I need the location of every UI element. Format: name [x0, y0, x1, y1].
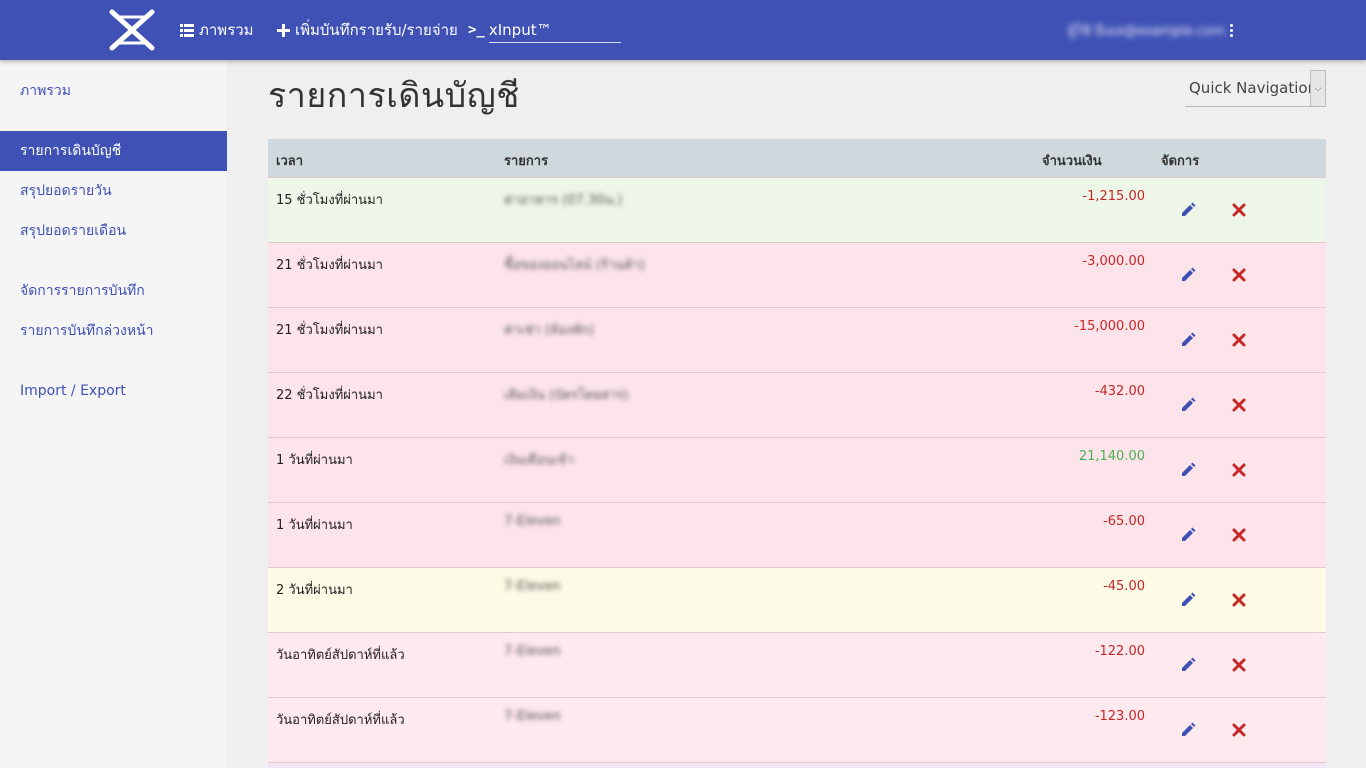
- close-icon[interactable]: [1231, 592, 1247, 608]
- sidebar-item-label: รายการเดินบัญชี: [20, 143, 122, 159]
- row-amount: -3,000.00: [1082, 254, 1145, 269]
- close-icon[interactable]: [1231, 657, 1247, 673]
- nav-add-label: เพิ่มบันทึกรายรับ/รายจ่าย: [295, 21, 458, 39]
- sidebar-item-label: สรุปยอดรายเดือน: [20, 223, 127, 239]
- column-header-item: รายการ: [504, 154, 549, 169]
- sidebar-item-daily-summary[interactable]: สรุปยอดรายวัน: [0, 171, 227, 211]
- row-description: เงินเดือนเข้า: [504, 453, 574, 468]
- sidebar: ภาพรวม รายการเดินบัญชี สรุปยอดรายวัน สรุ…: [0, 60, 227, 768]
- table-row: 1 วันที่ผ่านมา เงินเดือนเข้า 21,140.00: [268, 437, 1326, 502]
- close-icon[interactable]: [1231, 397, 1247, 413]
- kebab-menu-icon[interactable]: [1229, 23, 1233, 37]
- row-time: วันอาทิตย์สัปดาห์ที่แล้ว: [276, 713, 405, 728]
- table-row: วันอาทิตย์สัปดาห์ที่แล้ว 7-Eleven -123.00: [268, 697, 1326, 762]
- plus-icon: [277, 23, 290, 37]
- table-row: 1 วันที่ผ่านมา 7-Eleven -65.00: [268, 502, 1326, 567]
- sidebar-item-label: รายการบันทึกล่วงหน้า: [20, 323, 154, 339]
- row-amount: -65.00: [1103, 514, 1145, 529]
- top-navbar: ภาพรวม เพิ่มบันทึกรายรับ/รายจ่าย >_ ผู้ใ…: [0, 0, 1366, 60]
- row-amount: -45.00: [1103, 579, 1145, 594]
- pencil-icon[interactable]: [1179, 591, 1197, 609]
- row-amount: -15,000.00: [1074, 319, 1145, 334]
- pencil-icon[interactable]: [1179, 201, 1197, 219]
- row-description: 7-Eleven: [504, 709, 561, 724]
- x-logo-icon[interactable]: [108, 9, 156, 51]
- pencil-icon[interactable]: [1179, 461, 1197, 479]
- xinput-field[interactable]: [488, 17, 621, 43]
- sidebar-item-label: สรุปยอดรายวัน: [20, 183, 112, 199]
- table-row: 21 ชั่วโมงที่ผ่านมา ค่าเช่า (ห้องพัก) -15,…: [268, 307, 1326, 372]
- column-header-amount: จำนวนเงิน: [1042, 154, 1102, 169]
- row-description: ซื้อของออนไลน์ (ร้านค้า): [504, 258, 646, 273]
- sidebar-item-transactions[interactable]: รายการเดินบัญชี: [0, 131, 227, 171]
- transactions-table: เวลา รายการ จำนวนเงิน จัดการ 15 ชั่วโมงท…: [268, 139, 1326, 768]
- row-description: 7-Eleven: [504, 514, 561, 529]
- table-row: วันอาทิตย์สัปดาห์ที่แล้ว 7-Eleven -122.00: [268, 632, 1326, 697]
- row-time: 21 ชั่วโมงที่ผ่านมา: [276, 258, 383, 273]
- pencil-icon[interactable]: [1179, 266, 1197, 284]
- pencil-icon[interactable]: [1179, 656, 1197, 674]
- row-time: วันอาทิตย์สัปดาห์ที่แล้ว: [276, 648, 405, 663]
- row-description: ค่าเช่า (ห้องพัก): [504, 323, 595, 338]
- row-time: 15 ชั่วโมงที่ผ่านมา: [276, 193, 383, 208]
- quick-navigation-select[interactable]: Quick Navigation ⌵: [1185, 70, 1326, 107]
- sidebar-item-manage-records[interactable]: จัดการรายการบันทึก: [0, 271, 227, 311]
- table-row: 15 ชั่วโมงที่ผ่านมา ค่าอาหาร (07.30น.) -1,…: [268, 177, 1326, 242]
- close-icon[interactable]: [1231, 267, 1247, 283]
- column-header-time: เวลา: [276, 154, 304, 169]
- table-body: 15 ชั่วโมงที่ผ่านมา ค่าอาหาร (07.30น.) -1,…: [268, 177, 1326, 762]
- pencil-icon[interactable]: [1179, 331, 1197, 349]
- row-time: 2 วันที่ผ่านมา: [276, 583, 353, 598]
- table-header: เวลา รายการ จำนวนเงิน จัดการ: [268, 139, 1326, 177]
- close-icon[interactable]: [1231, 527, 1247, 543]
- row-amount: -1,215.00: [1082, 189, 1145, 204]
- user-menu[interactable]: ผู้ใช้ อีเมล@example.com: [1068, 0, 1233, 60]
- table-row-partial: [268, 762, 1326, 768]
- close-icon[interactable]: [1231, 332, 1247, 348]
- row-time: 1 วันที่ผ่านมา: [276, 518, 353, 533]
- sidebar-item-monthly-summary[interactable]: สรุปยอดรายเดือน: [0, 211, 227, 251]
- sidebar-item-label: ภาพรวม: [20, 83, 71, 99]
- row-description: ค่าอาหาร (07.30น.): [504, 193, 623, 208]
- table-row: 2 วันที่ผ่านมา 7-Eleven -45.00: [268, 567, 1326, 632]
- list-icon: [180, 23, 194, 37]
- terminal-prompt-icon: >_: [468, 22, 485, 38]
- pencil-icon[interactable]: [1179, 721, 1197, 739]
- column-header-actions: จัดการ: [1161, 154, 1200, 169]
- nav-add-record[interactable]: เพิ่มบันทึกรายรับ/รายจ่าย: [277, 0, 458, 60]
- pencil-icon[interactable]: [1179, 526, 1197, 544]
- row-time: 21 ชั่วโมงที่ผ่านมา: [276, 323, 383, 338]
- user-name: ผู้ใช้ อีเมล@example.com: [1068, 23, 1225, 39]
- nav-overview[interactable]: ภาพรวม: [180, 0, 254, 60]
- row-description: เติมเงิน (บัตรโดยสาร): [504, 388, 629, 403]
- row-description: 7-Eleven: [504, 644, 561, 659]
- table-row: 22 ชั่วโมงที่ผ่านมา เติมเงิน (บัตรโดยสาร)…: [268, 372, 1326, 437]
- row-description: 7-Eleven: [504, 579, 561, 594]
- sidebar-item-scheduled-records[interactable]: รายการบันทึกล่วงหน้า: [0, 311, 227, 351]
- sidebar-item-overview[interactable]: ภาพรวม: [0, 71, 227, 111]
- row-time: 22 ชั่วโมงที่ผ่านมา: [276, 388, 383, 403]
- row-amount: -123.00: [1094, 709, 1145, 724]
- nav-overview-label: ภาพรวม: [199, 21, 254, 39]
- row-amount: -432.00: [1094, 384, 1145, 399]
- sidebar-item-label: จัดการรายการบันทึก: [20, 283, 145, 299]
- row-amount: 21,140.00: [1078, 449, 1145, 464]
- row-time: 1 วันที่ผ่านมา: [276, 453, 353, 468]
- chevron-down-icon: ⌵: [1310, 70, 1326, 107]
- xinput-box: >_: [468, 16, 621, 44]
- close-icon[interactable]: [1231, 462, 1247, 478]
- close-icon[interactable]: [1231, 722, 1247, 738]
- quick-navigation-label: Quick Navigation: [1189, 79, 1318, 97]
- sidebar-item-import-export[interactable]: Import / Export: [0, 371, 227, 411]
- sidebar-item-label: Import / Export: [20, 383, 126, 399]
- table-row: 21 ชั่วโมงที่ผ่านมา ซื้อของออนไลน์ (ร้านค…: [268, 242, 1326, 307]
- page-title: รายการเดินบัญชี: [268, 76, 520, 116]
- close-icon[interactable]: [1231, 202, 1247, 218]
- row-amount: -122.00: [1094, 644, 1145, 659]
- pencil-icon[interactable]: [1179, 396, 1197, 414]
